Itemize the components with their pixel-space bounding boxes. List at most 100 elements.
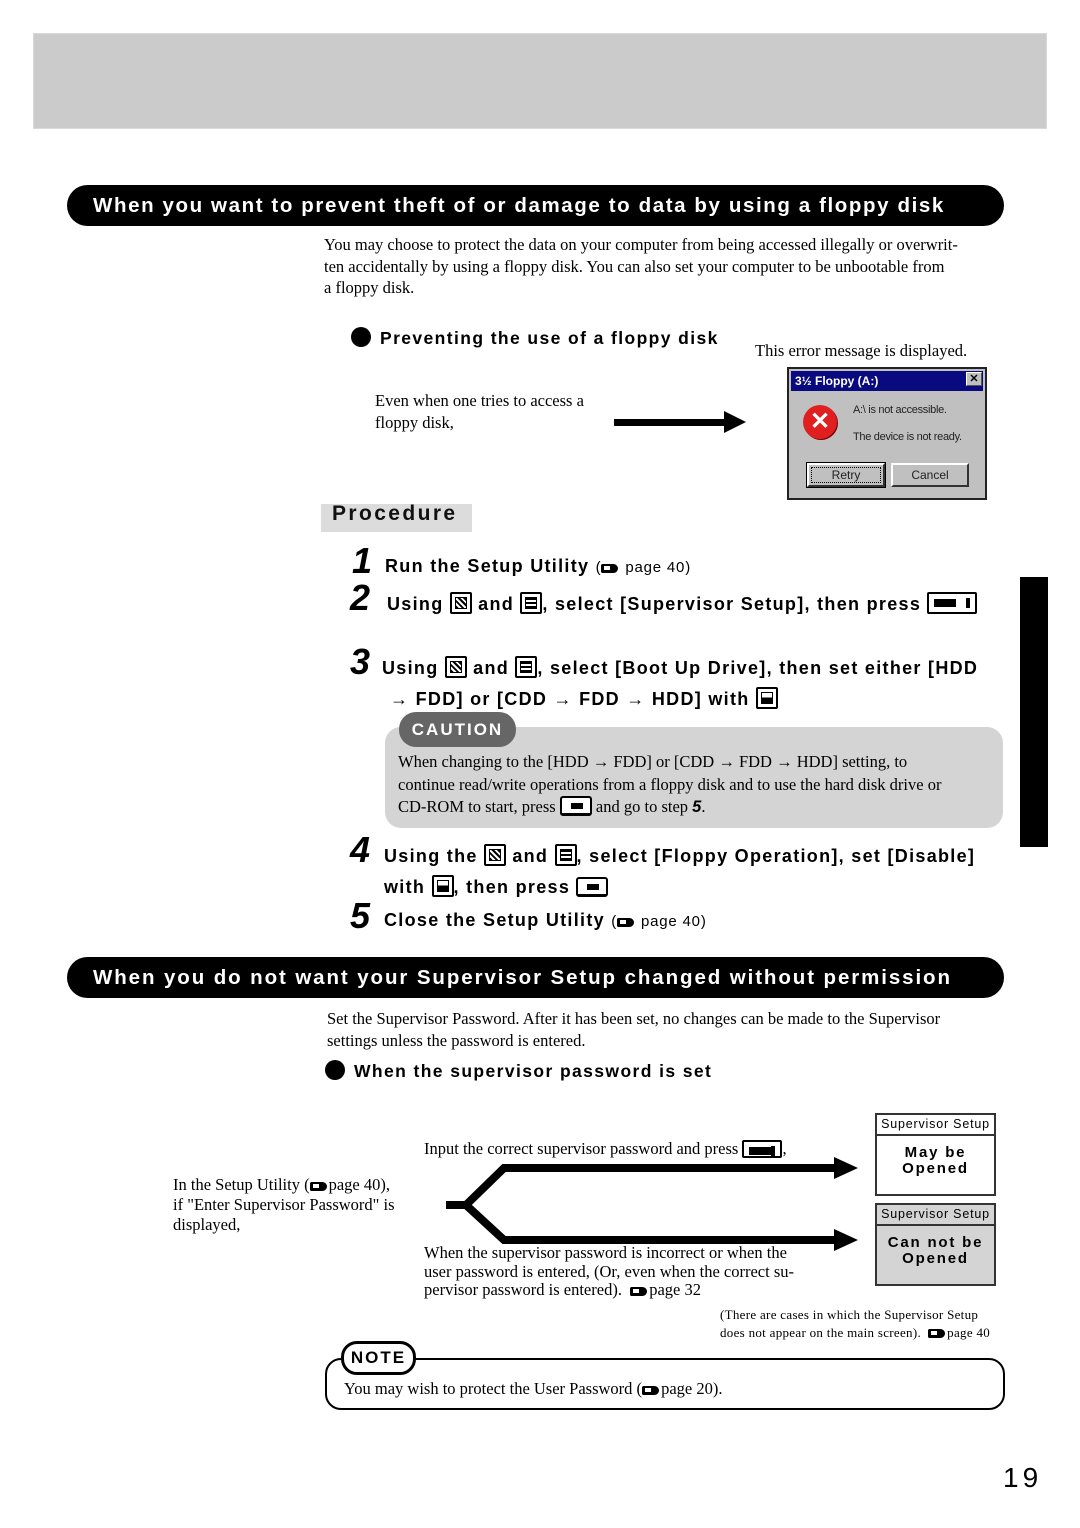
up-arrow-key-icon bbox=[449, 592, 472, 614]
step-4-continued: with , then press bbox=[384, 875, 609, 898]
step-text: Close the Setup Utility bbox=[384, 910, 605, 930]
intro-line: ten accidentally by using a floppy disk.… bbox=[324, 256, 945, 276]
up-arrow-key-icon bbox=[484, 844, 507, 866]
branch-text: Input the correct supervisor password an… bbox=[424, 1139, 739, 1158]
caution-text-part: and go to step bbox=[595, 797, 689, 816]
procedure-title: Procedure bbox=[332, 502, 458, 525]
bullet-icon bbox=[325, 1060, 345, 1080]
change-value-key-icon bbox=[431, 875, 454, 897]
bullet-heading-floppy: Preventing the use of a floppy disk bbox=[351, 327, 719, 349]
branch-line: user password is entered, (Or, even when… bbox=[424, 1261, 794, 1281]
page-reference[interactable]: page 40 bbox=[947, 1325, 990, 1340]
page-reference[interactable]: page 40), bbox=[329, 1175, 390, 1194]
arrow-shaft bbox=[614, 419, 724, 426]
step-text: Using bbox=[387, 594, 444, 614]
bullet-heading-text: When the supervisor password is set bbox=[354, 1061, 713, 1081]
esc-key-icon bbox=[576, 877, 609, 897]
branch-lower-line bbox=[463, 1202, 836, 1244]
header-band bbox=[33, 33, 1047, 129]
close-icon[interactable]: ✕ bbox=[966, 372, 982, 386]
section-banner-supervisor: When you do not want your Supervisor Set… bbox=[67, 957, 1004, 998]
step-text: and bbox=[478, 594, 515, 614]
condition-text: In the Setup Utility (page 40), if "Ente… bbox=[173, 1175, 395, 1235]
arrow-right-icon bbox=[834, 1157, 858, 1179]
branch-diagram bbox=[446, 1157, 858, 1251]
caution-text-part: CD-ROM to start, press bbox=[398, 797, 556, 816]
bullet-heading-text: Preventing the use of a floppy disk bbox=[380, 328, 719, 348]
arrow-right-icon bbox=[834, 1229, 858, 1251]
caution-line: continue read/write operations from a fl… bbox=[398, 774, 942, 794]
status-body: May be Opened bbox=[877, 1136, 994, 1177]
dialog-message-1: A:\ is not accessible. bbox=[853, 404, 947, 416]
step-text: and bbox=[512, 846, 549, 866]
intro-line: You may choose to protect the data on yo… bbox=[324, 235, 958, 254]
step-text: , select [Supervisor Setup], then press bbox=[542, 594, 922, 614]
dialog-title: 3½ Floppy (A:) bbox=[795, 374, 879, 388]
page-reference[interactable]: page 32 bbox=[649, 1280, 701, 1299]
status-header: Supervisor Setup bbox=[877, 1205, 994, 1226]
step-number: 2 bbox=[350, 577, 371, 618]
status-line: Opened bbox=[902, 1160, 969, 1177]
branch-line: pervisor password is entered). page 32 bbox=[424, 1280, 701, 1299]
arrow-right-icon bbox=[724, 411, 746, 433]
status-line: May be bbox=[904, 1144, 967, 1161]
step-text: → FDD] or [CDD → FDD → HDD] with bbox=[390, 689, 750, 709]
condition-line: displayed, bbox=[173, 1215, 241, 1234]
step-2: Using and , select [Supervisor Setup], t… bbox=[387, 592, 978, 615]
error-icon: ✕ bbox=[803, 405, 837, 439]
dialog-message-2: The device is not ready. bbox=[853, 431, 962, 443]
step-text: Using bbox=[382, 658, 439, 678]
down-arrow-key-icon bbox=[520, 592, 543, 614]
down-arrow-key-icon bbox=[554, 844, 577, 866]
note-text-part: You may wish to protect the User Passwor… bbox=[344, 1379, 643, 1398]
footnote-line: does not appear on the main screen). pag… bbox=[720, 1324, 991, 1340]
condition-line: if "Enter Supervisor Password" is bbox=[173, 1195, 395, 1214]
section-intro-floppy: You may choose to protect the data on yo… bbox=[324, 234, 1014, 299]
page-reference[interactable]: ( page 40) bbox=[596, 559, 691, 576]
cancel-button[interactable]: Cancel bbox=[891, 463, 969, 487]
caution-line: CD-ROM to start, press and go to step 5. bbox=[398, 796, 998, 819]
step-text: with bbox=[384, 877, 426, 897]
status-line: Opened bbox=[902, 1250, 969, 1267]
status-header: Supervisor Setup bbox=[877, 1115, 994, 1136]
trigger-text: Even when one tries to access a floppy d… bbox=[375, 390, 584, 433]
step-5: Close the Setup Utility ( page 40) bbox=[384, 910, 707, 931]
section-intro-supervisor: Set the Supervisor Password. After it ha… bbox=[327, 1008, 1017, 1051]
pointing-hand-icon bbox=[928, 1328, 946, 1338]
trigger-line: Even when one tries to access a bbox=[375, 391, 584, 410]
page-reference[interactable]: ( page 40) bbox=[611, 913, 706, 930]
step-number: 5 bbox=[350, 895, 371, 936]
retry-button[interactable]: Retry bbox=[807, 463, 885, 487]
page-reference[interactable]: page 20). bbox=[661, 1379, 722, 1398]
pointing-hand-icon bbox=[601, 564, 619, 573]
error-dialog: 3½ Floppy (A:) ✕ ✕ A:\ is not accessible… bbox=[787, 367, 987, 500]
bullet-icon bbox=[351, 327, 371, 347]
step-text: , select [Boot Up Drive], then set eithe… bbox=[537, 658, 979, 678]
condition-line: In the Setup Utility (page 40), bbox=[173, 1175, 390, 1194]
step-number: 4 bbox=[350, 829, 371, 870]
caution-text: When changing to the [HDD → FDD] or [CDD… bbox=[398, 751, 998, 819]
section-banner-floppy: When you want to prevent theft of or dam… bbox=[67, 185, 1004, 226]
esc-key-icon bbox=[559, 796, 592, 816]
footnote-line: (There are cases in which the Supervisor… bbox=[720, 1307, 979, 1322]
step-text: and bbox=[473, 658, 510, 678]
branch-correct-text: Input the correct supervisor password an… bbox=[424, 1139, 787, 1158]
enter-key-icon bbox=[927, 592, 978, 614]
step-1: Run the Setup Utility ( page 40) bbox=[385, 556, 691, 577]
status-cannot-be-opened: Supervisor Setup Can not be Opened bbox=[875, 1203, 996, 1286]
branch-incorrect-text: When the supervisor password is incorrec… bbox=[424, 1243, 794, 1300]
step-number: 3 bbox=[350, 641, 371, 682]
intro-line: a floppy disk. bbox=[324, 278, 415, 297]
pointing-hand-icon bbox=[617, 918, 635, 927]
footnote: (There are cases in which the Supervisor… bbox=[720, 1306, 990, 1341]
change-value-key-icon bbox=[755, 687, 778, 709]
result-caption: This error message is displayed. bbox=[755, 341, 968, 360]
note-text: You may wish to protect the User Passwor… bbox=[344, 1378, 722, 1400]
branch-upper-line bbox=[463, 1164, 836, 1208]
status-body: Can not be Opened bbox=[877, 1226, 994, 1267]
step-text: Run the Setup Utility bbox=[385, 556, 590, 576]
intro-line: settings unless the password is entered. bbox=[327, 1030, 586, 1050]
step-text: Using the bbox=[384, 846, 478, 866]
dialog-titlebar: 3½ Floppy (A:) bbox=[791, 371, 983, 391]
step-text: , select [Floppy Operation], set [Disabl… bbox=[576, 846, 976, 866]
